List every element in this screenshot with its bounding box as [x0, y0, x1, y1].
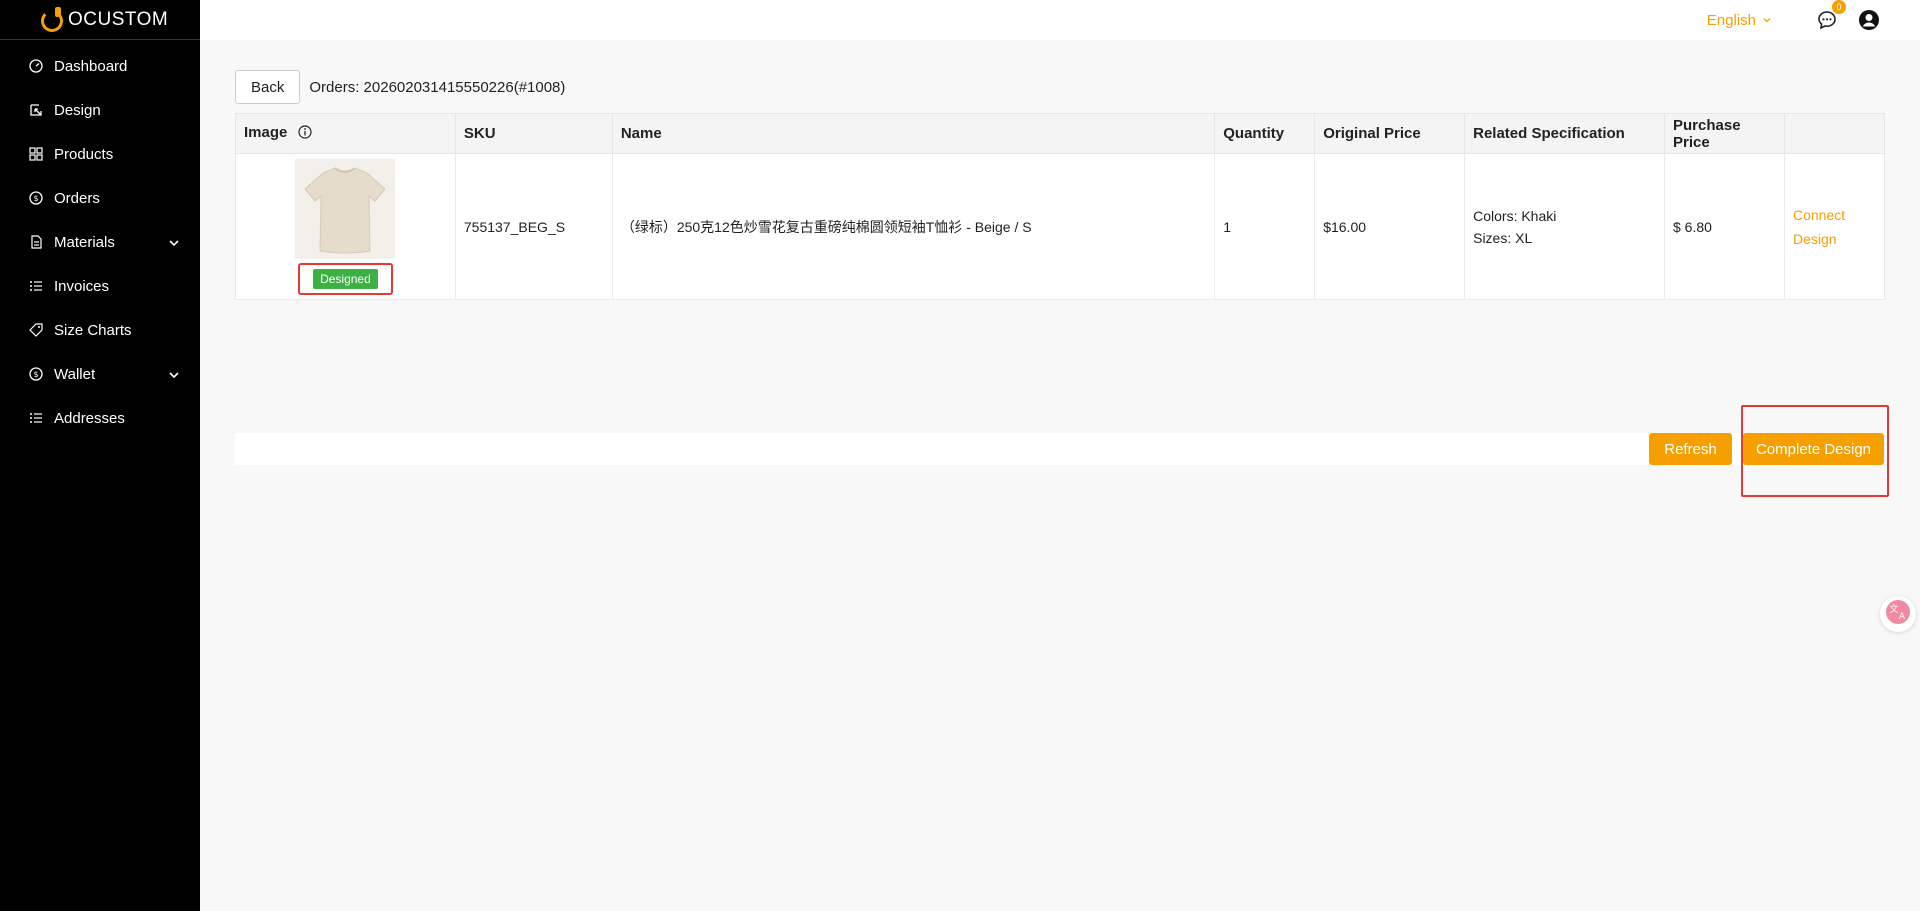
sku-cell: 755137_BEG_S: [454, 153, 613, 300]
connect-design-link-line1: Connect: [1792, 206, 1846, 223]
design-icon: [28, 102, 44, 118]
column-header-label: Image: [244, 124, 288, 141]
sidebar-item-design[interactable]: Design: [0, 88, 200, 132]
sidebar-item-products[interactable]: Products: [0, 132, 200, 176]
sidebar-item-size-charts[interactable]: Size Charts: [0, 308, 200, 352]
wallet-icon: $: [28, 366, 44, 382]
spec-colors: Colors: Khaki: [1473, 207, 1557, 224]
top-bar: English 0: [200, 0, 1920, 40]
spec-sizes: Sizes: XL: [1473, 229, 1533, 246]
column-header-name: Name: [611, 113, 1216, 154]
sidebar-item-label: Orders: [54, 189, 100, 207]
sidebar-item-label: Size Charts: [54, 321, 132, 339]
logo-text: OCUSTOM: [68, 8, 169, 30]
sidebar-item-label: Wallet: [54, 365, 96, 383]
translate-float-button[interactable]: 文A: [1880, 596, 1916, 632]
sidebar-item-wallet[interactable]: $ Wallet: [0, 352, 200, 396]
purchase-price-cell: $ 6.80: [1664, 153, 1785, 300]
svg-text:A: A: [1899, 612, 1906, 622]
sidebar: OCUSTOM Dashboard Design Products $ Orde…: [0, 0, 200, 911]
messages-button[interactable]: 0: [1816, 0, 1846, 31]
complete-design-button[interactable]: Complete Design: [1743, 433, 1884, 465]
column-header-actions: [1783, 113, 1886, 154]
chevron-down-icon: [168, 236, 180, 248]
sidebar-item-orders[interactable]: $ Orders: [0, 176, 200, 220]
chevron-down-icon: [168, 368, 180, 380]
quantity-cell: 1: [1214, 153, 1316, 300]
language-label: English: [1706, 11, 1756, 29]
chat-icon: [1816, 11, 1838, 35]
product-name-cell: （绿标）250克12色炒雪花复古重磅纯棉圆领短袖T恤衫 - Beige / S: [611, 153, 1216, 300]
order-title: Orders: 202602031415550226(#1008): [309, 78, 566, 96]
sidebar-item-label: Dashboard: [54, 57, 128, 75]
product-image-cell: Designed: [235, 153, 456, 300]
column-header-quantity: Quantity: [1214, 113, 1316, 154]
table-row: Designed 755137_BEG_S （绿标）250克12色炒雪花复古重磅…: [235, 153, 1886, 300]
column-header-purchase-price: Purchase Price: [1664, 113, 1785, 154]
product-thumbnail[interactable]: [295, 158, 396, 259]
svg-text:文: 文: [1889, 603, 1898, 615]
brand-logo[interactable]: OCUSTOM: [0, 0, 200, 40]
svg-text:$: $: [33, 370, 38, 379]
list-icon: [28, 278, 44, 294]
order-detail: Back Orders: 202602031415550226(#1008) I…: [235, 70, 1886, 300]
sidebar-item-label: Addresses: [54, 409, 125, 427]
sidebar-item-label: Design: [54, 101, 101, 119]
sidebar-item-dashboard[interactable]: Dashboard: [0, 44, 200, 88]
message-count-badge: 0: [1832, 0, 1846, 14]
dashboard-icon: [28, 58, 44, 74]
action-bar: [235, 433, 1885, 465]
sidebar-item-invoices[interactable]: Invoices: [0, 264, 200, 308]
user-avatar-button[interactable]: [1858, 9, 1880, 31]
actions-cell: Connect Design: [1783, 153, 1886, 300]
order-header: Back Orders: 202602031415550226(#1008): [235, 70, 1885, 104]
sidebar-item-label: Materials: [54, 233, 115, 251]
table-header-row: Image SKU Name Quantity Original Price R…: [235, 113, 1886, 154]
materials-icon: [28, 234, 44, 250]
connect-design-link[interactable]: Connect Design: [1793, 203, 1845, 251]
logo-mark-icon: [40, 6, 66, 33]
column-header-related-specification: Related Specification: [1464, 113, 1665, 154]
column-header-original-price: Original Price: [1314, 113, 1466, 154]
translate-icon: 文A: [1885, 599, 1911, 629]
designed-status-tag: Designed: [313, 268, 378, 289]
designed-highlight-box: Designed: [298, 262, 393, 295]
refresh-button[interactable]: Refresh: [1649, 433, 1732, 465]
back-button[interactable]: Back: [235, 70, 301, 104]
column-header-image: Image: [235, 113, 456, 154]
user-icon: [1858, 10, 1880, 35]
order-items-table: Image SKU Name Quantity Original Price R…: [235, 113, 1886, 300]
orders-icon: $: [28, 190, 44, 206]
list-icon: [28, 410, 44, 426]
original-price-cell: $16.00: [1314, 153, 1466, 300]
tag-icon: [28, 322, 44, 338]
connect-design-link-line2: Design: [1792, 230, 1837, 247]
sidebar-item-materials[interactable]: Materials: [0, 220, 200, 264]
svg-text:$: $: [33, 194, 38, 203]
language-selector[interactable]: English: [1707, 12, 1772, 29]
info-icon[interactable]: [297, 125, 312, 143]
sidebar-item-label: Products: [54, 145, 114, 163]
sidebar-nav: Dashboard Design Products $ Orders Mater…: [0, 40, 200, 440]
sidebar-item-label: Invoices: [54, 277, 110, 295]
chevron-down-icon: [1762, 12, 1772, 29]
specification-cell: Colors: Khaki Sizes: XL: [1464, 153, 1665, 300]
products-icon: [28, 146, 44, 162]
sidebar-item-addresses[interactable]: Addresses: [0, 396, 200, 440]
column-header-sku: SKU: [454, 113, 613, 154]
